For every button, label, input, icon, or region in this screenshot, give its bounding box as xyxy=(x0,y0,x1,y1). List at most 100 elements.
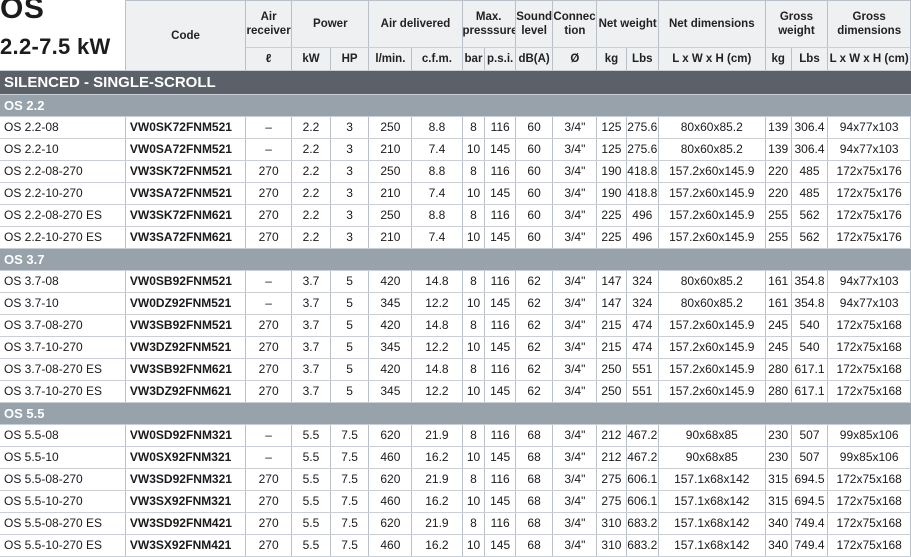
value-cell: 80x60x85.2 xyxy=(658,138,766,161)
value-cell: 2.2 xyxy=(291,116,331,139)
value-cell: 606.1 xyxy=(626,468,659,491)
value-cell: 139 xyxy=(765,138,792,161)
header-code: Code xyxy=(125,0,247,71)
value-cell: 315 xyxy=(765,490,792,513)
value-cell: 617.1 xyxy=(791,380,829,403)
page-title: OS xyxy=(0,0,45,25)
model-cell: OS 3.7-08-270 xyxy=(0,314,126,337)
section-banner: SILENCED - SINGLE-SCROLL xyxy=(0,70,911,95)
value-cell: 420 xyxy=(368,314,413,337)
value-cell: 280 xyxy=(765,358,792,381)
value-cell: 172x75x168 xyxy=(827,534,911,557)
value-cell: 210 xyxy=(368,226,413,249)
value-cell: 3.7 xyxy=(291,358,331,381)
value-cell: 345 xyxy=(368,292,413,315)
value-cell: 172x75x168 xyxy=(827,314,911,337)
value-cell: 60 xyxy=(515,204,554,227)
value-cell: – xyxy=(245,270,293,293)
value-cell: 116 xyxy=(484,424,516,447)
code-cell: VW3SK72FNM521 xyxy=(125,160,247,183)
value-cell: 270 xyxy=(245,358,293,381)
header-net-weight: Net weight xyxy=(596,0,659,48)
value-cell: 172x75x176 xyxy=(827,160,911,183)
value-cell: 3 xyxy=(330,138,370,161)
value-cell: 157.2x60x145.9 xyxy=(658,160,766,183)
value-cell: 116 xyxy=(484,314,516,337)
table-row: OS 2.2-10-270 VW3SA72FNM521 270 2.2 3 210 7.4 1… xyxy=(0,182,911,205)
value-cell: 145 xyxy=(484,336,516,359)
unit-cell: kg xyxy=(765,47,792,71)
model-cell: OS 3.7-10-270 ES xyxy=(0,380,126,403)
value-cell: 172x75x168 xyxy=(827,468,911,491)
table-row: OS 2.2-08-270 ES VW3SK72FNM621 270 2.2 3 250 8… xyxy=(0,204,911,227)
value-cell: 620 xyxy=(368,424,413,447)
header-sound-level: Sound level xyxy=(515,0,554,48)
value-cell: 62 xyxy=(515,380,554,403)
value-cell: 172x75x176 xyxy=(827,182,911,205)
value-cell: 116 xyxy=(484,116,516,139)
value-cell: 2.2 xyxy=(291,182,331,205)
value-cell: 324 xyxy=(626,292,659,315)
value-cell: 275 xyxy=(596,468,627,491)
value-cell: 7.5 xyxy=(330,446,370,469)
header-max-pressure: Max. presssure xyxy=(462,0,516,48)
value-cell: 5.5 xyxy=(291,534,331,557)
value-cell: 250 xyxy=(368,204,413,227)
value-cell: 250 xyxy=(596,358,627,381)
value-cell: 190 xyxy=(596,160,627,183)
value-cell: 12.2 xyxy=(411,292,463,315)
value-cell: 147 xyxy=(596,270,627,293)
table-row: OS 5.5-08 VW0SD92FNM321–5.5 7.5 620 21.9 8 116… xyxy=(0,424,911,447)
value-cell: 94x77x103 xyxy=(827,270,911,293)
group-header: OS 2.2 xyxy=(0,94,911,117)
value-cell: 172x75x176 xyxy=(827,226,911,249)
value-cell: 8.8 xyxy=(411,204,463,227)
model-cell: OS 2.2-08-270 ES xyxy=(0,204,126,227)
value-cell: 212 xyxy=(596,424,627,447)
model-cell: OS 3.7-10 xyxy=(0,292,126,315)
value-cell: – xyxy=(245,116,293,139)
unit-cell: HP xyxy=(330,47,370,71)
value-cell: 3/4" xyxy=(552,292,598,315)
value-cell: 99x85x106 xyxy=(827,424,911,447)
table-row: OS 3.7-10-270 ES VW3DZ92FNM621 270 3.7 5 345 1… xyxy=(0,380,911,403)
value-cell: 270 xyxy=(245,204,293,227)
value-cell: 485 xyxy=(791,182,829,205)
value-cell: 68 xyxy=(515,424,554,447)
value-cell: 145 xyxy=(484,226,516,249)
value-cell: 7.4 xyxy=(411,138,463,161)
value-cell: 485 xyxy=(791,160,829,183)
value-cell: 16.2 xyxy=(411,534,463,557)
value-cell: 3/4" xyxy=(552,314,598,337)
unit-cell: c.f.m. xyxy=(411,47,463,71)
value-cell: 230 xyxy=(765,424,792,447)
value-cell: 7.5 xyxy=(330,534,370,557)
model-cell: OS 5.5-08-270 ES xyxy=(0,512,126,535)
value-cell: 5 xyxy=(330,270,370,293)
value-cell: 345 xyxy=(368,380,413,403)
value-cell: – xyxy=(245,138,293,161)
value-cell: 255 xyxy=(765,204,792,227)
value-cell: 90x68x85 xyxy=(658,424,766,447)
table-row: OS 3.7-08 VW0SB92FNM521–3.7 5 420 14.8 8 116 62… xyxy=(0,270,911,293)
value-cell: 8 xyxy=(462,160,486,183)
value-cell: 145 xyxy=(484,292,516,315)
unit-cell: Lbs xyxy=(791,47,829,71)
unit-cell: ℓ xyxy=(245,47,293,71)
value-cell: 8 xyxy=(462,468,486,491)
value-cell: 172x75x176 xyxy=(827,204,911,227)
code-cell: VW3SB92FNM521 xyxy=(125,314,247,337)
model-cell: OS 5.5-10-270 ES xyxy=(0,534,126,557)
value-cell: 62 xyxy=(515,292,554,315)
value-cell: 10 xyxy=(462,380,486,403)
value-cell: 157.2x60x145.9 xyxy=(658,182,766,205)
value-cell: 116 xyxy=(484,358,516,381)
value-cell: 340 xyxy=(765,512,792,535)
value-cell: 139 xyxy=(765,116,792,139)
value-cell: 3/4" xyxy=(552,490,598,513)
value-cell: 270 xyxy=(245,336,293,359)
value-cell: 5 xyxy=(330,292,370,315)
value-cell: 2.2 xyxy=(291,160,331,183)
value-cell: 99x85x106 xyxy=(827,446,911,469)
code-cell: VW0SD92FNM321 xyxy=(125,424,247,447)
